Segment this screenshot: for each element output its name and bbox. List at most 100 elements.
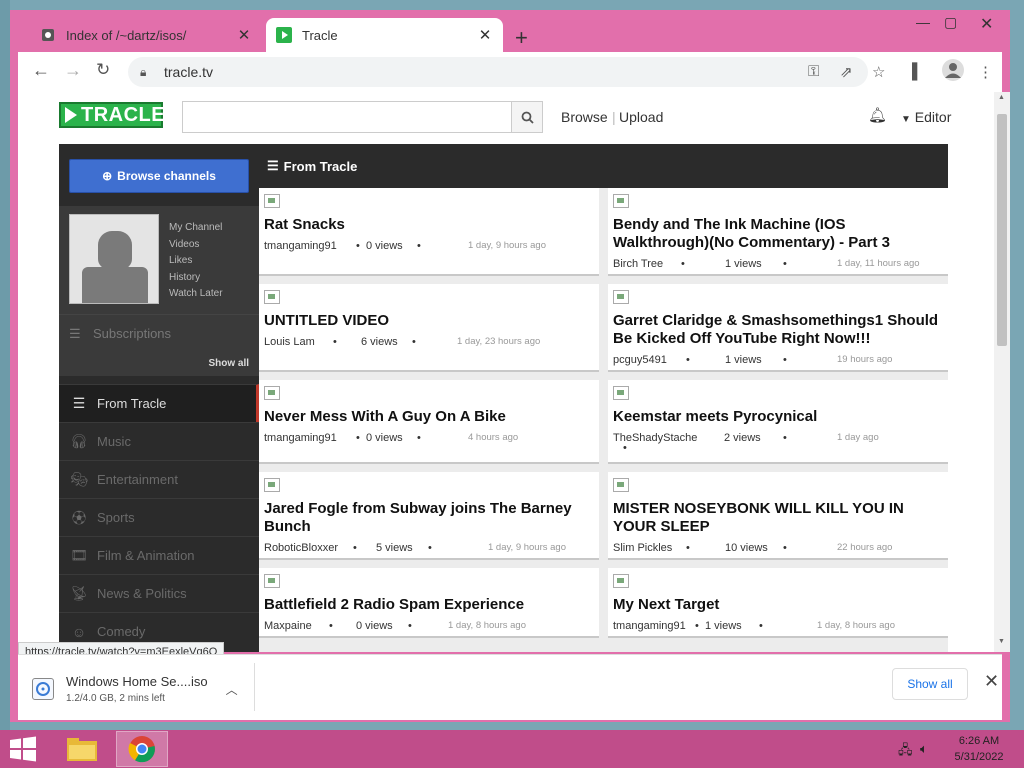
video-author[interactable]: Maxpaine — [264, 620, 312, 632]
share-icon[interactable]: ⇗ — [840, 63, 853, 81]
video-title[interactable]: MISTER NOSEYBONK WILL KILL YOU IN YOUR S… — [613, 500, 943, 536]
side-panel-icon[interactable]: ▌ — [912, 63, 923, 80]
taskbar-clock[interactable]: 6:26 AM 5/31/2022 — [944, 733, 1014, 765]
browse-link[interactable]: Browse — [561, 109, 608, 125]
back-icon[interactable]: ← — [32, 60, 50, 81]
thumbnail-image[interactable] — [613, 194, 629, 208]
video-author[interactable]: tmangaming91 — [264, 432, 337, 444]
scrollbar-thumb[interactable] — [997, 114, 1007, 346]
video-author[interactable]: tmangaming91 — [613, 620, 686, 632]
download-item[interactable]: Windows Home Se....iso 1.2/4.0 GB, 2 min… — [32, 667, 252, 711]
thumbnail-image[interactable] — [264, 478, 280, 492]
address-bar[interactable]: 🔒︎ tracle.tv — [128, 57, 868, 87]
key-icon[interactable]: ⚿ — [808, 63, 819, 80]
clock-date: 5/31/2022 — [954, 751, 1004, 763]
video-card[interactable]: Keemstar meets Pyrocynical TheShadyStach… — [608, 380, 948, 464]
thumbnail-image[interactable] — [613, 574, 629, 588]
video-age: 1 day, 8 hours ago — [817, 620, 895, 631]
bell-icon[interactable]: 🔔︎ — [868, 106, 887, 124]
chrome-taskbar-icon[interactable] — [116, 731, 168, 767]
video-title[interactable]: Garret Claridge & Smashsomethings1 Shoul… — [613, 312, 943, 348]
sidebar-item-music[interactable]: 🎧︎ Music — [59, 422, 259, 460]
windows-start-icon[interactable] — [8, 735, 38, 763]
thumbnail-image[interactable] — [264, 574, 280, 588]
thumbnail-image[interactable] — [613, 386, 629, 400]
search-input[interactable] — [182, 101, 512, 133]
video-author[interactable]: Louis Lam — [264, 336, 315, 348]
new-tab-icon[interactable]: + — [515, 25, 528, 51]
tab-index-isos[interactable]: Index of /~dartz/isos/ ✕ — [30, 18, 262, 52]
page-scrollbar[interactable]: ▲ ▼ — [994, 92, 1010, 652]
sidebar-item-news-politics[interactable]: 📡︎ News & Politics — [59, 574, 259, 612]
close-window-icon[interactable]: ✕ — [980, 14, 993, 34]
thumbnail-image[interactable] — [613, 290, 629, 304]
video-card[interactable]: MISTER NOSEYBONK WILL KILL YOU IN YOUR S… — [608, 472, 948, 560]
editor-menu[interactable]: ▼ Editor — [901, 109, 951, 125]
video-author[interactable]: tmangaming91 — [264, 240, 337, 252]
file-explorer-icon[interactable] — [56, 731, 108, 767]
video-card[interactable]: Bendy and The Ink Machine (IOS Walkthrou… — [608, 188, 948, 276]
video-author[interactable]: RoboticBloxxer — [264, 542, 338, 554]
video-views: 2 views — [724, 432, 761, 444]
video-title[interactable]: My Next Target — [613, 596, 943, 614]
scroll-up-icon[interactable]: ▲ — [998, 94, 1005, 101]
sidebar-item-entertainment[interactable]: 🎭︎ Entertainment — [59, 460, 259, 498]
chevron-down-icon: ▼ — [901, 114, 911, 125]
video-title[interactable]: Jared Fogle from Subway joins The Barney… — [264, 500, 594, 536]
browse-channels-button[interactable]: ⊕ Browse channels — [69, 159, 249, 193]
likes-link[interactable]: Likes — [169, 253, 223, 270]
close-downloads-icon[interactable]: ✕ — [984, 671, 999, 692]
video-title[interactable]: Battlefield 2 Radio Spam Experience — [264, 596, 594, 614]
search-button[interactable] — [511, 101, 543, 133]
tracle-logo[interactable]: TRACLE — [59, 102, 165, 128]
sidebar-item-from-tracle[interactable]: ☰ From Tracle — [59, 384, 259, 422]
tab-tracle[interactable]: Tracle ✕ — [266, 18, 503, 52]
volume-muted-icon[interactable]: 🔈︎ — [920, 741, 928, 757]
video-title[interactable]: Bendy and The Ink Machine (IOS Walkthrou… — [613, 216, 943, 252]
video-author[interactable]: Birch Tree — [613, 258, 663, 270]
meta-bullet: • — [783, 354, 787, 366]
video-title[interactable]: Never Mess With A Guy On A Bike — [264, 408, 594, 426]
show-all-subscriptions[interactable]: Show all — [59, 352, 259, 376]
video-card[interactable]: UNTITLED VIDEO Louis Lam • 6 views • 1 d… — [259, 284, 599, 372]
videos-link[interactable]: Videos — [169, 237, 223, 254]
video-title[interactable]: Keemstar meets Pyrocynical — [613, 408, 943, 426]
history-link[interactable]: History — [169, 270, 223, 287]
thumbnail-image[interactable] — [264, 386, 280, 400]
chevron-up-icon[interactable]: ︿ — [226, 681, 238, 698]
profile-icon[interactable] — [942, 59, 964, 85]
video-card[interactable]: Garret Claridge & Smashsomethings1 Shoul… — [608, 284, 948, 372]
subscriptions-header[interactable]: ☰ Subscriptions — [59, 314, 259, 352]
upload-link[interactable]: Upload — [619, 109, 663, 125]
thumbnail-image[interactable] — [613, 478, 629, 492]
video-author[interactable]: Slim Pickles — [613, 542, 672, 554]
my-channel-link[interactable]: My Channel — [169, 220, 223, 237]
video-card[interactable]: Rat Snacks tmangaming91 • 0 views • 1 da… — [259, 188, 599, 276]
avatar[interactable] — [69, 214, 159, 304]
network-icon[interactable]: 🖧︎ — [898, 741, 913, 763]
menu-kebab-icon[interactable]: ⋮ — [978, 63, 993, 81]
video-card[interactable]: Jared Fogle from Subway joins The Barney… — [259, 472, 599, 560]
video-author[interactable]: pcguy5491 — [613, 354, 667, 366]
show-all-downloads-button[interactable]: Show all — [892, 668, 968, 700]
maximize-icon[interactable]: ▢ — [944, 14, 957, 31]
video-title[interactable]: UNTITLED VIDEO — [264, 312, 594, 330]
video-card[interactable]: Battlefield 2 Radio Spam Experience Maxp… — [259, 568, 599, 638]
video-title[interactable]: Rat Snacks — [264, 216, 594, 234]
sidebar-item-sports[interactable]: ⚽︎ Sports — [59, 498, 259, 536]
close-tab-icon[interactable]: ✕ — [234, 26, 254, 44]
video-card[interactable]: My Next Target tmangaming91 • 1 views • … — [608, 568, 948, 638]
bookmark-star-icon[interactable]: ☆ — [872, 63, 885, 81]
sidebar-item-film-animation[interactable]: 🎞︎ Film & Animation — [59, 536, 259, 574]
scroll-down-icon[interactable]: ▼ — [998, 638, 1005, 645]
video-grid: Rat Snacks tmangaming91 • 0 views • 1 da… — [259, 188, 948, 652]
thumbnail-image[interactable] — [264, 194, 280, 208]
forward-icon[interactable]: → — [64, 60, 82, 81]
close-tab-icon[interactable]: ✕ — [475, 26, 495, 44]
meta-bullet: • — [783, 258, 787, 270]
minimize-icon[interactable]: — — [916, 14, 930, 30]
watch-later-link[interactable]: Watch Later — [169, 286, 223, 303]
thumbnail-image[interactable] — [264, 290, 280, 304]
video-card[interactable]: Never Mess With A Guy On A Bike tmangami… — [259, 380, 599, 464]
reload-icon[interactable]: ↻ — [96, 60, 110, 80]
